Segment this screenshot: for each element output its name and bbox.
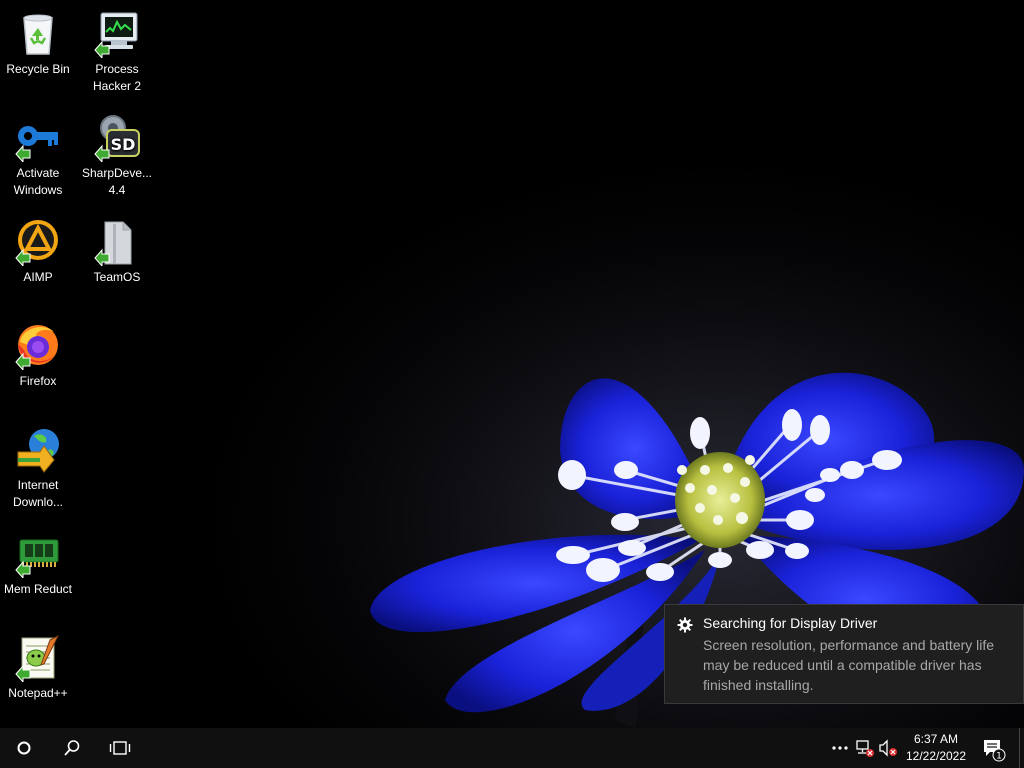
search-icon — [64, 740, 80, 756]
desktop-icon-notepad-plus-plus[interactable]: Notepad++ — [0, 634, 76, 702]
firefox-icon — [14, 322, 62, 370]
toast-body: Screen resolution, performance and batte… — [703, 637, 995, 693]
icon-label: Activate Windows — [13, 166, 63, 197]
svg-text:SD: SD — [111, 135, 136, 154]
start-button[interactable] — [0, 728, 48, 768]
show-desktop-button[interactable] — [1019, 728, 1024, 768]
gear-icon — [677, 617, 693, 633]
desktop-icon-internet-download-manager[interactable]: Internet Downlo... — [0, 426, 76, 511]
icon-label: Process Hacker 2 — [92, 62, 142, 93]
volume-muted-icon[interactable] — [878, 738, 898, 758]
desktop: Recycle Bin Process Hacker 2 Activate Wi… — [0, 0, 1024, 728]
icon-label: Notepad++ — [8, 686, 68, 700]
notification-count: 1 — [996, 752, 1002, 762]
process-hacker-icon — [93, 10, 141, 58]
icon-label: Internet Downlo... — [12, 478, 64, 509]
aimp-icon — [14, 218, 62, 266]
recycle-bin-icon — [14, 10, 62, 58]
desktop-icon-activate-windows[interactable]: Activate Windows — [0, 114, 76, 199]
taskbar: 6:37 AM 12/22/2022 1 — [0, 728, 1024, 768]
clock-time: 6:37 AM — [913, 732, 959, 746]
toast-title: Searching for Display Driver — [703, 615, 878, 631]
icon-label: Firefox — [19, 374, 57, 388]
key-icon — [14, 114, 62, 162]
notepad-plus-plus-icon — [14, 634, 62, 682]
desktop-icon-teamos[interactable]: TeamOS — [79, 218, 155, 286]
desktop-icon-sharpdevelop[interactable]: SD SharpDeve... 4.4 — [79, 114, 155, 199]
task-view-icon — [109, 741, 131, 755]
network-disconnected-icon[interactable] — [855, 738, 875, 758]
search-button[interactable] — [48, 728, 96, 768]
start-circle-icon — [17, 741, 31, 755]
icon-label: SharpDeve... 4.4 — [81, 166, 153, 197]
action-center-button[interactable]: 1 — [980, 736, 1006, 762]
icon-label: Recycle Bin — [6, 62, 70, 76]
notification-icon: 1 — [984, 740, 1006, 762]
mem-reduct-icon — [14, 530, 62, 578]
clock-date: 12/22/2022 — [905, 749, 967, 763]
desktop-icon-recycle-bin[interactable]: Recycle Bin — [0, 10, 76, 78]
toast-notification[interactable]: Searching for Display Driver Screen reso… — [664, 604, 1024, 704]
desktop-icon-mem-reduct[interactable]: Mem Reduct — [0, 530, 76, 598]
icon-label: AIMP — [23, 270, 53, 284]
icon-label: Mem Reduct — [3, 582, 73, 596]
desktop-icon-firefox[interactable]: Firefox — [0, 322, 76, 390]
more-dots-icon[interactable] — [830, 738, 850, 758]
desktop-icon-process-hacker[interactable]: Process Hacker 2 — [79, 10, 155, 95]
teamos-icon — [93, 218, 141, 266]
internet-download-manager-icon — [14, 426, 62, 474]
sharpdevelop-icon: SD — [93, 114, 141, 162]
taskbar-clock[interactable]: 6:37 AM 12/22/2022 — [898, 731, 974, 765]
desktop-icon-aimp[interactable]: AIMP — [0, 218, 76, 286]
icon-label: TeamOS — [93, 270, 141, 284]
task-view-button[interactable] — [96, 728, 144, 768]
